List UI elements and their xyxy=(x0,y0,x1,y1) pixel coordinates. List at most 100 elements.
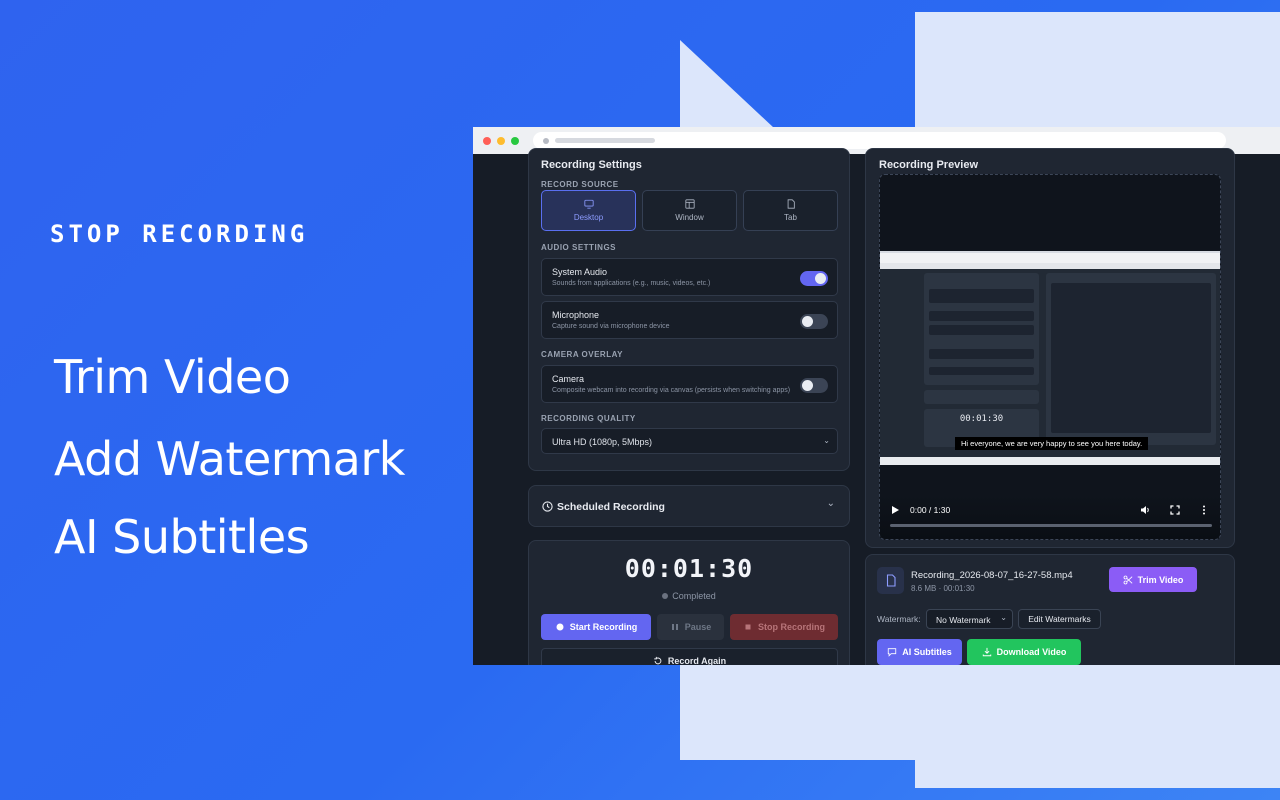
feature-ai-subtitles: AI Subtitles xyxy=(54,510,310,564)
edit-watermarks-button[interactable]: Edit Watermarks xyxy=(1018,609,1101,629)
edit-watermarks-label: Edit Watermarks xyxy=(1028,614,1091,624)
watermark-label: Watermark: xyxy=(877,614,921,624)
clock-icon xyxy=(542,501,553,512)
record-again-button[interactable]: Record Again xyxy=(541,648,838,665)
watermark-value: No Watermark xyxy=(936,615,991,625)
trim-video-button[interactable]: Trim Video xyxy=(1109,567,1197,592)
thumb-block xyxy=(929,311,1034,321)
microphone-toggle[interactable] xyxy=(800,314,828,329)
recording-quality-label: RECORDING QUALITY xyxy=(541,414,636,423)
system-audio-row: System Audio Sounds from applications (e… xyxy=(541,258,838,296)
chevron-down-icon: ⌄ xyxy=(826,498,835,509)
file-name: Recording_2026-08-07_16-27-58.mp4 xyxy=(911,570,1073,581)
thumb-preview-area xyxy=(1051,283,1211,433)
thumb-timer: 00:01:30 xyxy=(959,414,1004,424)
download-icon xyxy=(982,647,991,657)
browser-window: Recording Settings RECORD SOURCE Desktop… xyxy=(473,127,1280,665)
ai-subtitles-label: AI Subtitles xyxy=(902,647,952,657)
address-placeholder xyxy=(555,138,655,143)
app-content: Recording Settings RECORD SOURCE Desktop… xyxy=(473,148,1280,665)
quality-select[interactable]: Ultra HD (1080p, 5Mbps) ⌄ xyxy=(541,428,838,454)
audio-settings-label: AUDIO SETTINGS xyxy=(541,243,617,252)
thumb-browser-bar xyxy=(880,253,1220,263)
more-options-icon[interactable] xyxy=(1202,505,1206,515)
video-progress-bar[interactable] xyxy=(890,524,1212,527)
stop-recording-button[interactable]: Stop Recording xyxy=(730,614,838,640)
recording-status: Completed xyxy=(529,591,849,601)
record-again-label: Record Again xyxy=(667,656,727,665)
play-icon[interactable] xyxy=(890,505,900,515)
chat-bubble-icon xyxy=(888,648,897,657)
download-video-button[interactable]: Download Video xyxy=(967,639,1081,665)
fullscreen-icon[interactable] xyxy=(1170,505,1180,515)
thumb-block xyxy=(929,289,1034,303)
thumb-url-bar xyxy=(880,263,1220,269)
maximize-window-icon[interactable] xyxy=(511,136,519,145)
thumb-block xyxy=(929,349,1034,359)
microphone-row: Microphone Capture sound via microphone … xyxy=(541,301,838,339)
settings-title: Recording Settings xyxy=(541,159,642,171)
recording-file-card: Recording_2026-08-07_16-27-58.mp4 8.6 MB… xyxy=(865,554,1235,665)
address-bar[interactable] xyxy=(533,132,1226,149)
video-controls: 0:00 / 1:30 xyxy=(880,495,1220,539)
recorder-card: 00:01:30 Completed Start Recording Pause… xyxy=(528,540,850,665)
video-time: 0:00 / 1:30 xyxy=(910,505,951,515)
scheduled-title: Scheduled Recording xyxy=(557,501,665,513)
file-icon xyxy=(886,574,896,587)
trim-video-label: Trim Video xyxy=(1137,574,1184,585)
thumb-settings-panel xyxy=(924,273,1039,385)
volume-icon[interactable] xyxy=(1140,505,1151,515)
stop-icon xyxy=(745,624,751,630)
feature-trim-video: Trim Video xyxy=(54,350,291,404)
thumb-block xyxy=(929,367,1034,375)
stop-recording-label: Stop Recording xyxy=(758,622,825,632)
source-desktop-button[interactable]: Desktop xyxy=(541,190,636,231)
record-dot-icon xyxy=(556,623,564,631)
camera-toggle[interactable] xyxy=(800,378,828,393)
refresh-icon xyxy=(654,656,662,665)
thumb-block xyxy=(929,325,1034,335)
source-window-label: Window xyxy=(675,213,704,222)
status-label: Completed xyxy=(672,591,716,601)
record-source-label: RECORD SOURCE xyxy=(541,180,619,189)
file-icon-box xyxy=(877,567,904,594)
file-meta: 8.6 MB · 00:01:30 xyxy=(911,584,975,593)
chevron-down-icon: ⌄ xyxy=(823,436,830,445)
pause-button[interactable]: Pause xyxy=(657,614,724,640)
camera-subtitle: Composite webcam into recording via canv… xyxy=(552,387,791,394)
source-tab-label: Tab xyxy=(784,213,797,222)
close-window-icon[interactable] xyxy=(483,136,491,145)
thumb-scheduled xyxy=(924,390,1039,404)
recording-settings-card: Recording Settings RECORD SOURCE Desktop… xyxy=(528,148,850,471)
start-recording-button[interactable]: Start Recording xyxy=(541,614,651,640)
video-player[interactable]: 00:01:30 Hi everyone, we are very happy … xyxy=(879,174,1221,540)
camera-title: Camera xyxy=(552,374,585,384)
camera-overlay-label: CAMERA OVERLAY xyxy=(541,350,623,359)
thumb-taskbar xyxy=(880,457,1220,465)
chevron-down-icon: ⌄ xyxy=(1000,613,1007,622)
toggle-knob xyxy=(802,316,813,327)
preview-title: Recording Preview xyxy=(879,159,979,171)
microphone-subtitle: Capture sound via microphone device xyxy=(552,323,670,330)
hero-kicker: STOP RECORDING xyxy=(50,220,309,248)
toggle-knob xyxy=(802,380,813,391)
watermark-select[interactable]: No Watermark ⌄ xyxy=(926,609,1013,629)
pause-icon xyxy=(671,624,678,630)
source-desktop-label: Desktop xyxy=(573,213,604,222)
pause-label: Pause xyxy=(684,622,712,632)
status-dot-icon xyxy=(662,593,669,599)
source-tab-button[interactable]: Tab xyxy=(743,190,838,231)
start-recording-label: Start Recording xyxy=(569,622,638,632)
system-audio-toggle[interactable] xyxy=(800,271,828,286)
source-window-button[interactable]: Window xyxy=(642,190,737,231)
microphone-title: Microphone xyxy=(552,310,600,320)
subtitle-caption: Hi everyone, we are very happy to see yo… xyxy=(955,437,1149,450)
monitor-icon xyxy=(583,199,594,209)
video-frame: 00:01:30 Hi everyone, we are very happy … xyxy=(880,251,1220,465)
minimize-window-icon[interactable] xyxy=(497,136,505,145)
quality-value: Ultra HD (1080p, 5Mbps) xyxy=(552,437,653,447)
ai-subtitles-button[interactable]: AI Subtitles xyxy=(877,639,962,665)
camera-row: Camera Composite webcam into recording v… xyxy=(541,365,838,403)
scheduled-recording-card[interactable]: Scheduled Recording ⌄ xyxy=(528,485,850,527)
download-video-label: Download Video xyxy=(996,647,1067,657)
